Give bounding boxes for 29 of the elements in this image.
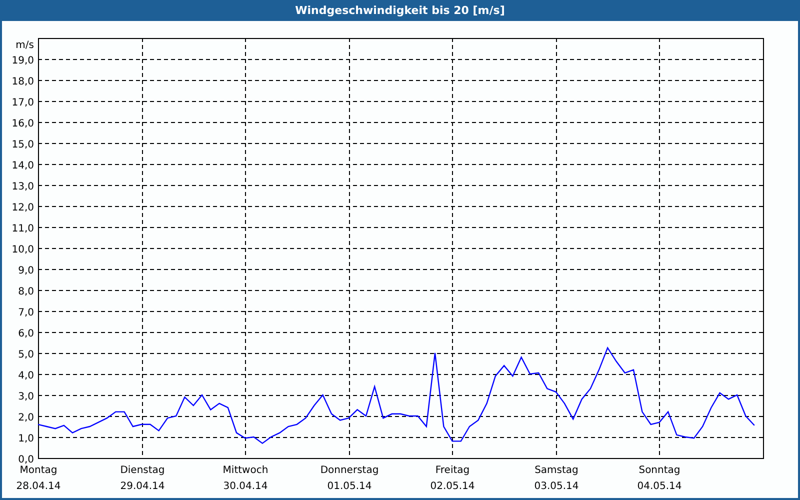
y-axis-label: 11,0 xyxy=(12,224,34,234)
y-axis-label: 12,0 xyxy=(12,202,34,214)
y-axis-label: 18,0 xyxy=(12,76,34,88)
y-axis-label: 17,0 xyxy=(12,98,34,108)
y-axis-label: 1,0 xyxy=(18,434,34,444)
y-axis-label: 13,0 xyxy=(12,182,34,192)
x-axis-label: Donnerstag 01.05.14 xyxy=(320,465,379,492)
y-axis-label: 0,0 xyxy=(18,454,34,466)
window-title: Windgeschwindigkeit bis 20 [m/s] xyxy=(295,4,505,17)
x-axis-label: Samstag 03.05.14 xyxy=(534,465,579,492)
y-axis-label: 19,0 xyxy=(12,56,34,66)
y-axis-label: 6,0 xyxy=(18,328,34,340)
y-axis-label: 10,0 xyxy=(12,244,34,256)
y-axis-label: 5,0 xyxy=(18,350,34,360)
y-axis-label: 7,0 xyxy=(18,308,34,318)
x-axis-label: Sonntag 04.05.14 xyxy=(637,465,682,492)
y-axis-label: 2,0 xyxy=(18,412,34,424)
x-axis-label: Dienstag 29.04.14 xyxy=(120,465,165,492)
x-axis-label: Montag 28.04.14 xyxy=(16,465,61,492)
y-axis-label: 16,0 xyxy=(12,118,34,130)
y-axis-unit: m/s xyxy=(16,40,34,51)
x-axis-label: Mittwoch 30.04.14 xyxy=(222,465,268,492)
y-axis-label: 4,0 xyxy=(18,370,34,382)
x-axis-label: Freitag 02.05.14 xyxy=(430,465,475,492)
y-axis-label: 9,0 xyxy=(18,266,34,276)
y-axis-label: 8,0 xyxy=(18,286,34,298)
y-axis-label: 15,0 xyxy=(12,140,34,150)
y-axis-label: 3,0 xyxy=(18,392,34,402)
y-axis-label: 14,0 xyxy=(12,160,34,172)
